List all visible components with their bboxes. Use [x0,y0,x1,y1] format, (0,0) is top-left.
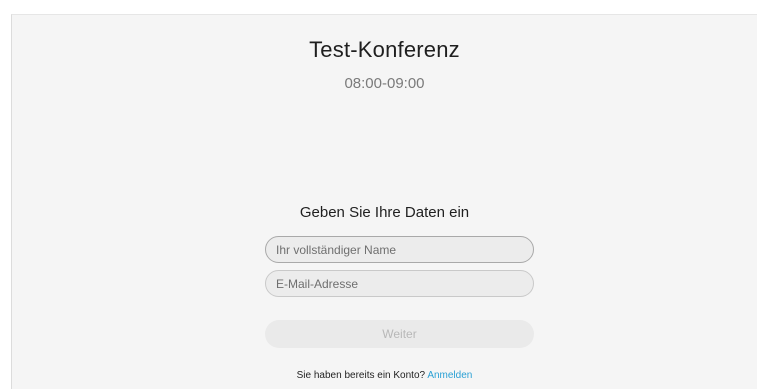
meeting-time: 08:00-09:00 [344,75,425,92]
full-name-input[interactable] [265,236,534,263]
continue-button[interactable]: Weiter [265,320,534,348]
form-heading: Geben Sie Ihre Daten ein [299,204,470,221]
email-input[interactable] [265,270,534,297]
signin-link[interactable]: Anmelden [427,370,472,381]
signin-prompt: Sie haben bereits ein Konto? Anmelden [12,370,757,381]
join-panel: Test-Konferenz 08:00-09:00 Geben Sie Ihr… [11,14,757,389]
signin-prompt-text: Sie haben bereits ein Konto? [296,370,426,381]
meeting-title: Test-Konferenz [309,37,460,62]
